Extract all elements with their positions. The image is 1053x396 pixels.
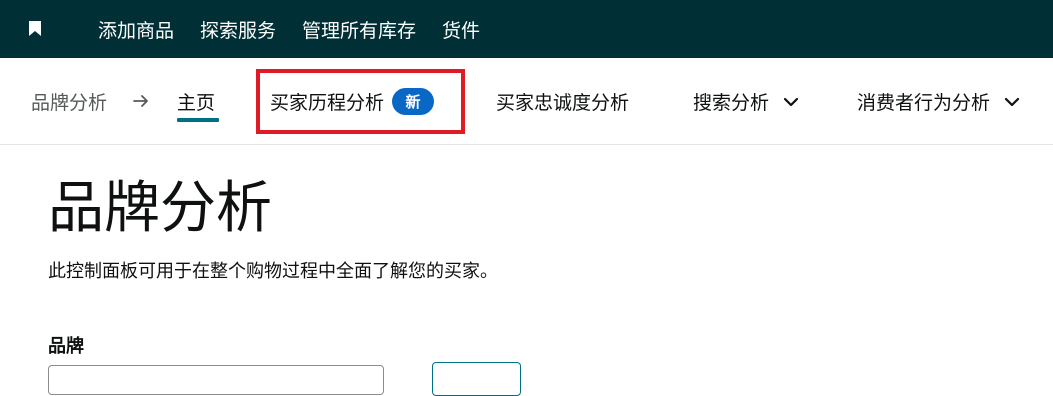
- chevron-down-icon: [1004, 97, 1020, 106]
- tab-home[interactable]: 主页: [177, 88, 215, 115]
- tab-buyer-journey-label: 买家历程分析: [270, 92, 385, 114]
- active-tab-indicator: [177, 118, 219, 122]
- tab-consumer-behavior[interactable]: 消费者行为分析: [857, 88, 1020, 115]
- topnav-shipments[interactable]: 货件: [442, 16, 480, 43]
- sub-navigation-bar: 品牌分析 主页 买家历程分析 新 买家忠诚度分析 搜索分析 消费者行为分析: [0, 58, 1053, 145]
- brand-field-label: 品牌: [48, 336, 84, 357]
- apply-button[interactable]: [432, 362, 521, 396]
- topnav-add-product[interactable]: 添加商品: [98, 16, 174, 43]
- top-navigation-bar: 添加商品 探索服务 管理所有库存 货件: [0, 0, 1053, 58]
- topnav-manage-inventory[interactable]: 管理所有库存: [302, 16, 416, 43]
- tab-search-analytics-label: 搜索分析: [693, 92, 770, 114]
- tab-search-analytics[interactable]: 搜索分析: [693, 88, 799, 115]
- page-description: 此控制面板可用于在整个购物过程中全面了解您的买家。: [48, 261, 498, 282]
- chevron-down-icon: [783, 97, 799, 106]
- breadcrumb-brand-analytics[interactable]: 品牌分析: [31, 88, 107, 115]
- page-title: 品牌分析: [48, 176, 272, 241]
- tab-buyer-loyalty[interactable]: 买家忠诚度分析: [496, 88, 629, 115]
- top-nav-menu: 添加商品 探索服务 管理所有库存 货件: [98, 0, 480, 58]
- arrow-right-icon: [133, 95, 148, 107]
- new-badge: 新: [392, 88, 435, 115]
- topnav-explore-services[interactable]: 探索服务: [200, 16, 276, 43]
- bookmark-icon[interactable]: [29, 21, 41, 36]
- tab-buyer-journey[interactable]: 买家历程分析 新: [270, 88, 435, 115]
- tab-consumer-behavior-label: 消费者行为分析: [857, 92, 991, 114]
- brand-select[interactable]: [48, 365, 384, 395]
